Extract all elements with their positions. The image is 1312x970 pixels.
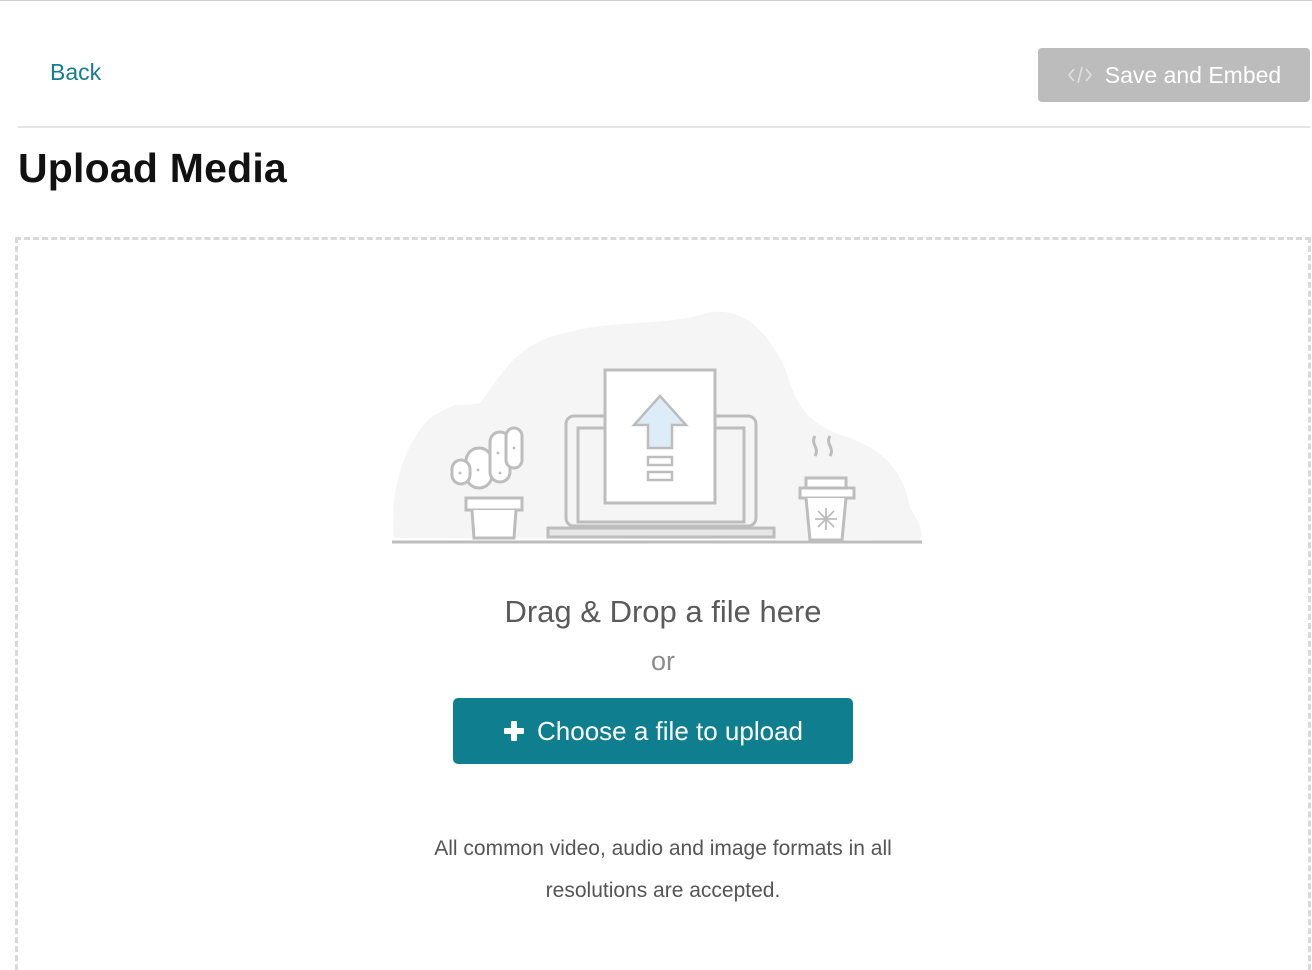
upload-dropzone[interactable]: Drag & Drop a file here or Choose a file… xyxy=(15,237,1311,970)
choose-file-label: Choose a file to upload xyxy=(537,715,803,746)
upload-media-page: Back Save and Embed Upload Media Drag & … xyxy=(0,0,1312,970)
plus-icon xyxy=(503,720,525,742)
save-and-embed-button[interactable]: Save and Embed xyxy=(1038,48,1310,102)
accepted-formats-note: All common video, audio and image format… xyxy=(18,828,1308,912)
top-bar: Back Save and Embed xyxy=(18,1,1310,128)
accepted-formats-line-2: resolutions are accepted. xyxy=(545,879,781,902)
code-icon xyxy=(1067,65,1093,85)
back-link[interactable]: Back xyxy=(50,59,101,86)
choose-file-button[interactable]: Choose a file to upload xyxy=(453,698,853,764)
dropzone-or-text: or xyxy=(650,646,675,676)
upload-illustration xyxy=(392,311,922,544)
save-and-embed-label: Save and Embed xyxy=(1104,61,1282,88)
document-drawing xyxy=(603,368,717,505)
dropzone-headline: Drag & Drop a file here xyxy=(504,594,822,629)
page-title: Upload Media xyxy=(18,145,287,191)
accepted-formats-line-1: All common video, audio and image format… xyxy=(434,837,892,860)
